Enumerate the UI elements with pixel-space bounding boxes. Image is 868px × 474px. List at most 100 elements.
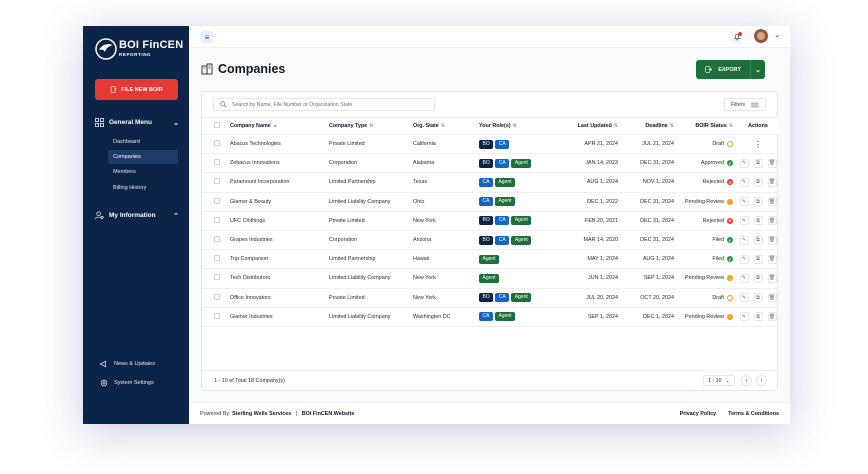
row-checkbox[interactable] [214, 140, 220, 147]
privacy-policy-link[interactable]: Privacy Policy [680, 411, 717, 417]
company-name[interactable]: Paramount Incorporation [230, 172, 329, 193]
table-row[interactable]: Zebacus Innovations Corporation Alabama … [202, 153, 779, 174]
edit-icon[interactable]: ✎ [739, 254, 749, 264]
company-name[interactable]: Grapes Industries [230, 230, 329, 251]
my-information-toggle[interactable]: My Information ⌃ [95, 211, 179, 220]
trash-icon[interactable]: 🗑 [767, 177, 777, 187]
filters-button[interactable]: Filters [724, 98, 766, 111]
page-range-select[interactable]: 1 - 10 ⌄ [703, 375, 735, 386]
export-button[interactable]: EXPORT ⌄ [696, 60, 765, 79]
table-row[interactable]: Glamor Industries Limited Liability Comp… [202, 307, 779, 327]
export-main[interactable]: EXPORT [696, 60, 750, 79]
table-row[interactable]: Tech Distributors Limited Liability Comp… [202, 268, 779, 289]
website-link[interactable]: BOI FinCEN Website [302, 411, 355, 417]
row-checkbox[interactable] [214, 236, 220, 243]
sort-icon[interactable]: ⇅ [670, 123, 674, 129]
notification-bell-icon[interactable] [730, 30, 744, 44]
trash-icon[interactable]: 🗑 [767, 197, 777, 207]
company-name[interactable]: UFC Clothings [230, 211, 329, 231]
table-row[interactable]: Grapes Industries Corporation Arizona BO… [202, 230, 779, 251]
company-name[interactable]: Abacus Technologies [230, 134, 329, 155]
sidebar-item-dashboard[interactable]: Dashboard [108, 135, 178, 149]
copy-icon[interactable]: ⧉ [753, 158, 763, 168]
edit-icon[interactable]: ✎ [739, 216, 749, 226]
powered-by-link[interactable]: Sterling Wells Services [232, 411, 291, 417]
row-checkbox[interactable] [214, 159, 220, 166]
company-name[interactable]: Office Innovators [230, 288, 329, 308]
edit-icon[interactable]: ✎ [739, 235, 749, 245]
chevron-down-icon[interactable]: ⌄ [774, 31, 780, 39]
row-checkbox[interactable] [214, 197, 220, 204]
company-name[interactable]: Tech Distributors [230, 268, 329, 289]
prev-page-button[interactable]: ‹ [741, 375, 752, 386]
sort-up-icon[interactable]: ▲ [273, 123, 278, 129]
company-name[interactable]: Trip Companion [230, 249, 329, 270]
row-actions: ✎ ⧉ 🗑 [739, 312, 777, 322]
company-name[interactable]: Glamor & Beauty [230, 192, 329, 212]
sort-icon[interactable]: ⇅ [729, 123, 733, 129]
sidebar-item-companies[interactable]: Companies [108, 150, 178, 164]
column-header[interactable]: Your Role(s) ⇅ [479, 117, 562, 135]
row-checkbox[interactable] [214, 178, 220, 185]
trash-icon[interactable]: 🗑 [767, 158, 777, 168]
row-checkbox[interactable] [214, 274, 220, 281]
edit-icon[interactable]: ✎ [739, 293, 749, 303]
sidebar-item-members[interactable]: Members [108, 165, 178, 179]
table-row[interactable]: Trip Companion Limited Partnership Hawai… [202, 249, 779, 270]
news-updates-link[interactable]: News & Updates [100, 360, 155, 368]
copy-icon[interactable]: ⧉ [753, 273, 763, 283]
copy-icon[interactable]: ⧉ [753, 216, 763, 226]
trash-icon[interactable]: 🗑 [767, 293, 777, 303]
general-menu-toggle[interactable]: General Menu ⌄ [95, 118, 179, 127]
edit-icon[interactable]: ✎ [739, 273, 749, 283]
copy-icon[interactable]: ⧉ [753, 312, 763, 322]
copy-icon[interactable]: ⧉ [753, 235, 763, 245]
edit-icon[interactable]: ✎ [739, 158, 749, 168]
table-row[interactable]: Office Innovators Private Limited New Yo… [202, 288, 779, 308]
copy-icon[interactable]: ⧉ [753, 254, 763, 264]
table-row[interactable]: UFC Clothings Private Limited New York B… [202, 211, 779, 231]
sort-icon[interactable]: ⇅ [513, 123, 517, 129]
next-page-button[interactable]: › [756, 375, 767, 386]
system-settings-link[interactable]: System Settings [100, 379, 154, 387]
table-row[interactable]: Glamor & Beauty Limited Liability Compan… [202, 192, 779, 212]
column-header[interactable]: Last Updated ⇅ [562, 117, 622, 135]
sort-icon[interactable]: ⇅ [441, 123, 445, 129]
trash-icon[interactable]: 🗑 [767, 254, 777, 264]
table-row[interactable]: Paramount Incorporation Limited Partners… [202, 172, 779, 193]
avatar[interactable] [754, 29, 768, 43]
column-header[interactable]: Deadline ⇅ [622, 117, 678, 135]
row-checkbox[interactable] [214, 293, 220, 300]
sort-icon[interactable]: ⇅ [369, 123, 373, 129]
column-header[interactable]: Company Type ⇅ [329, 117, 413, 135]
edit-icon[interactable]: ✎ [739, 312, 749, 322]
select-all-checkbox[interactable] [214, 122, 220, 128]
trash-icon[interactable]: 🗑 [767, 235, 777, 245]
sidebar-item-billing-history[interactable]: Billing History [108, 181, 178, 195]
sort-icon[interactable]: ⇅ [614, 123, 618, 129]
more-options-icon[interactable]: ⋮ [754, 140, 762, 149]
trash-icon[interactable]: 🗑 [767, 273, 777, 283]
copy-icon[interactable]: ⧉ [753, 177, 763, 187]
column-header[interactable]: BOIR Status ⇅ [678, 117, 737, 135]
trash-icon[interactable]: 🗑 [767, 216, 777, 226]
copy-icon[interactable]: ⧉ [753, 293, 763, 303]
search-input[interactable]: Search by Name, File Number or Organizat… [213, 98, 435, 111]
column-header[interactable]: Company Name ▲ [230, 117, 329, 135]
hamburger-menu-icon[interactable]: ≡ [201, 31, 213, 43]
column-header[interactable]: Org. State ⇅ [413, 117, 479, 135]
terms-link[interactable]: Terms & Conditions [728, 411, 779, 417]
edit-icon[interactable]: ✎ [739, 197, 749, 207]
company-name[interactable]: Glamor Industries [230, 307, 329, 327]
table-row[interactable]: Abacus Technologies Private Limited Cali… [202, 134, 779, 155]
row-checkbox[interactable] [214, 312, 220, 319]
company-name[interactable]: Zebacus Innovations [230, 153, 329, 174]
logo[interactable]: BOI FinCEN REPORTING [95, 38, 185, 62]
trash-icon[interactable]: 🗑 [767, 312, 777, 322]
row-checkbox[interactable] [214, 216, 220, 223]
copy-icon[interactable]: ⧉ [753, 197, 763, 207]
edit-icon[interactable]: ✎ [739, 177, 749, 187]
row-checkbox[interactable] [214, 255, 220, 262]
file-new-boir-button[interactable]: FILE NEW BOIR [95, 79, 178, 100]
export-dropdown-chevron-icon[interactable]: ⌄ [750, 60, 765, 79]
